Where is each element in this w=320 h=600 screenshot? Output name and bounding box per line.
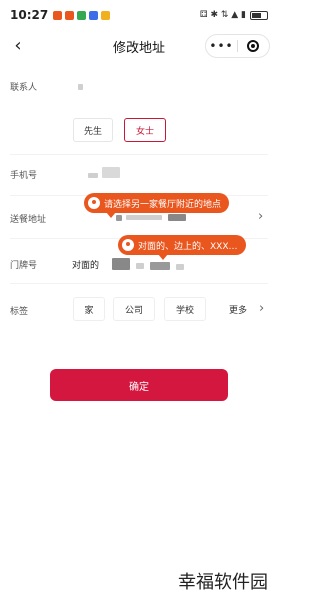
door-value-prefix: 对面的: [72, 261, 100, 271]
address-label: 送餐地址: [10, 215, 47, 225]
tag-home[interactable]: 家: [73, 297, 105, 321]
location-pin-icon: [122, 239, 134, 251]
door-hint-text: 对面的、边上的、XXX…: [138, 241, 238, 252]
close-button[interactable]: [238, 40, 269, 52]
more-button[interactable]: •••: [206, 39, 237, 53]
status-indicators: ⚃ ✱ ⇅ ▲ ▮: [200, 10, 268, 20]
tags-label: 标签: [10, 307, 29, 317]
mini-program-capsule: •••: [205, 34, 270, 58]
door-label: 门牌号: [10, 261, 38, 271]
chevron-right-icon: ›: [259, 301, 265, 316]
contact-label: 联系人: [10, 83, 38, 93]
contact-input[interactable]: [78, 84, 83, 90]
status-time: 10:27: [10, 8, 49, 22]
status-app-icons: [53, 10, 111, 20]
status-signal-icons: ⚃ ✱ ⇅ ▲ ▮: [199, 10, 246, 20]
chevron-right-icon: ›: [258, 209, 264, 224]
door-hint-tooltip: 对面的、边上的、XXX…: [118, 235, 246, 260]
app-notification-icon: [77, 10, 87, 20]
status-bar: 10:27 ⚃ ✱ ⇅ ▲ ▮: [0, 0, 278, 30]
phone-label: 手机号: [10, 171, 38, 181]
tag-more-label: 更多: [229, 305, 248, 316]
app-notification-icon: [101, 10, 111, 20]
tag-company[interactable]: 公司: [113, 297, 155, 321]
tag-school[interactable]: 学校: [164, 297, 206, 321]
door-input[interactable]: 对面的: [72, 254, 268, 276]
gender-option-ms[interactable]: 女士: [124, 118, 166, 142]
watermark: 幸福软件园: [178, 572, 268, 593]
dots-icon: •••: [209, 39, 234, 53]
target-icon: [247, 40, 260, 52]
battery-icon: [250, 10, 268, 20]
nav-bar: ‹ 修改地址 •••: [0, 30, 278, 62]
confirm-button[interactable]: 确定: [50, 369, 228, 401]
divider: [10, 154, 268, 155]
phone-input[interactable]: [72, 164, 192, 186]
divider: [10, 283, 268, 284]
app-notification-icon: [53, 10, 63, 20]
tag-more[interactable]: 更多 ›: [216, 297, 268, 321]
app-notification-icon: [65, 10, 75, 20]
app-notification-icon: [89, 10, 99, 20]
gender-option-mr[interactable]: 先生: [73, 118, 113, 142]
address-selector[interactable]: ›: [72, 206, 268, 228]
